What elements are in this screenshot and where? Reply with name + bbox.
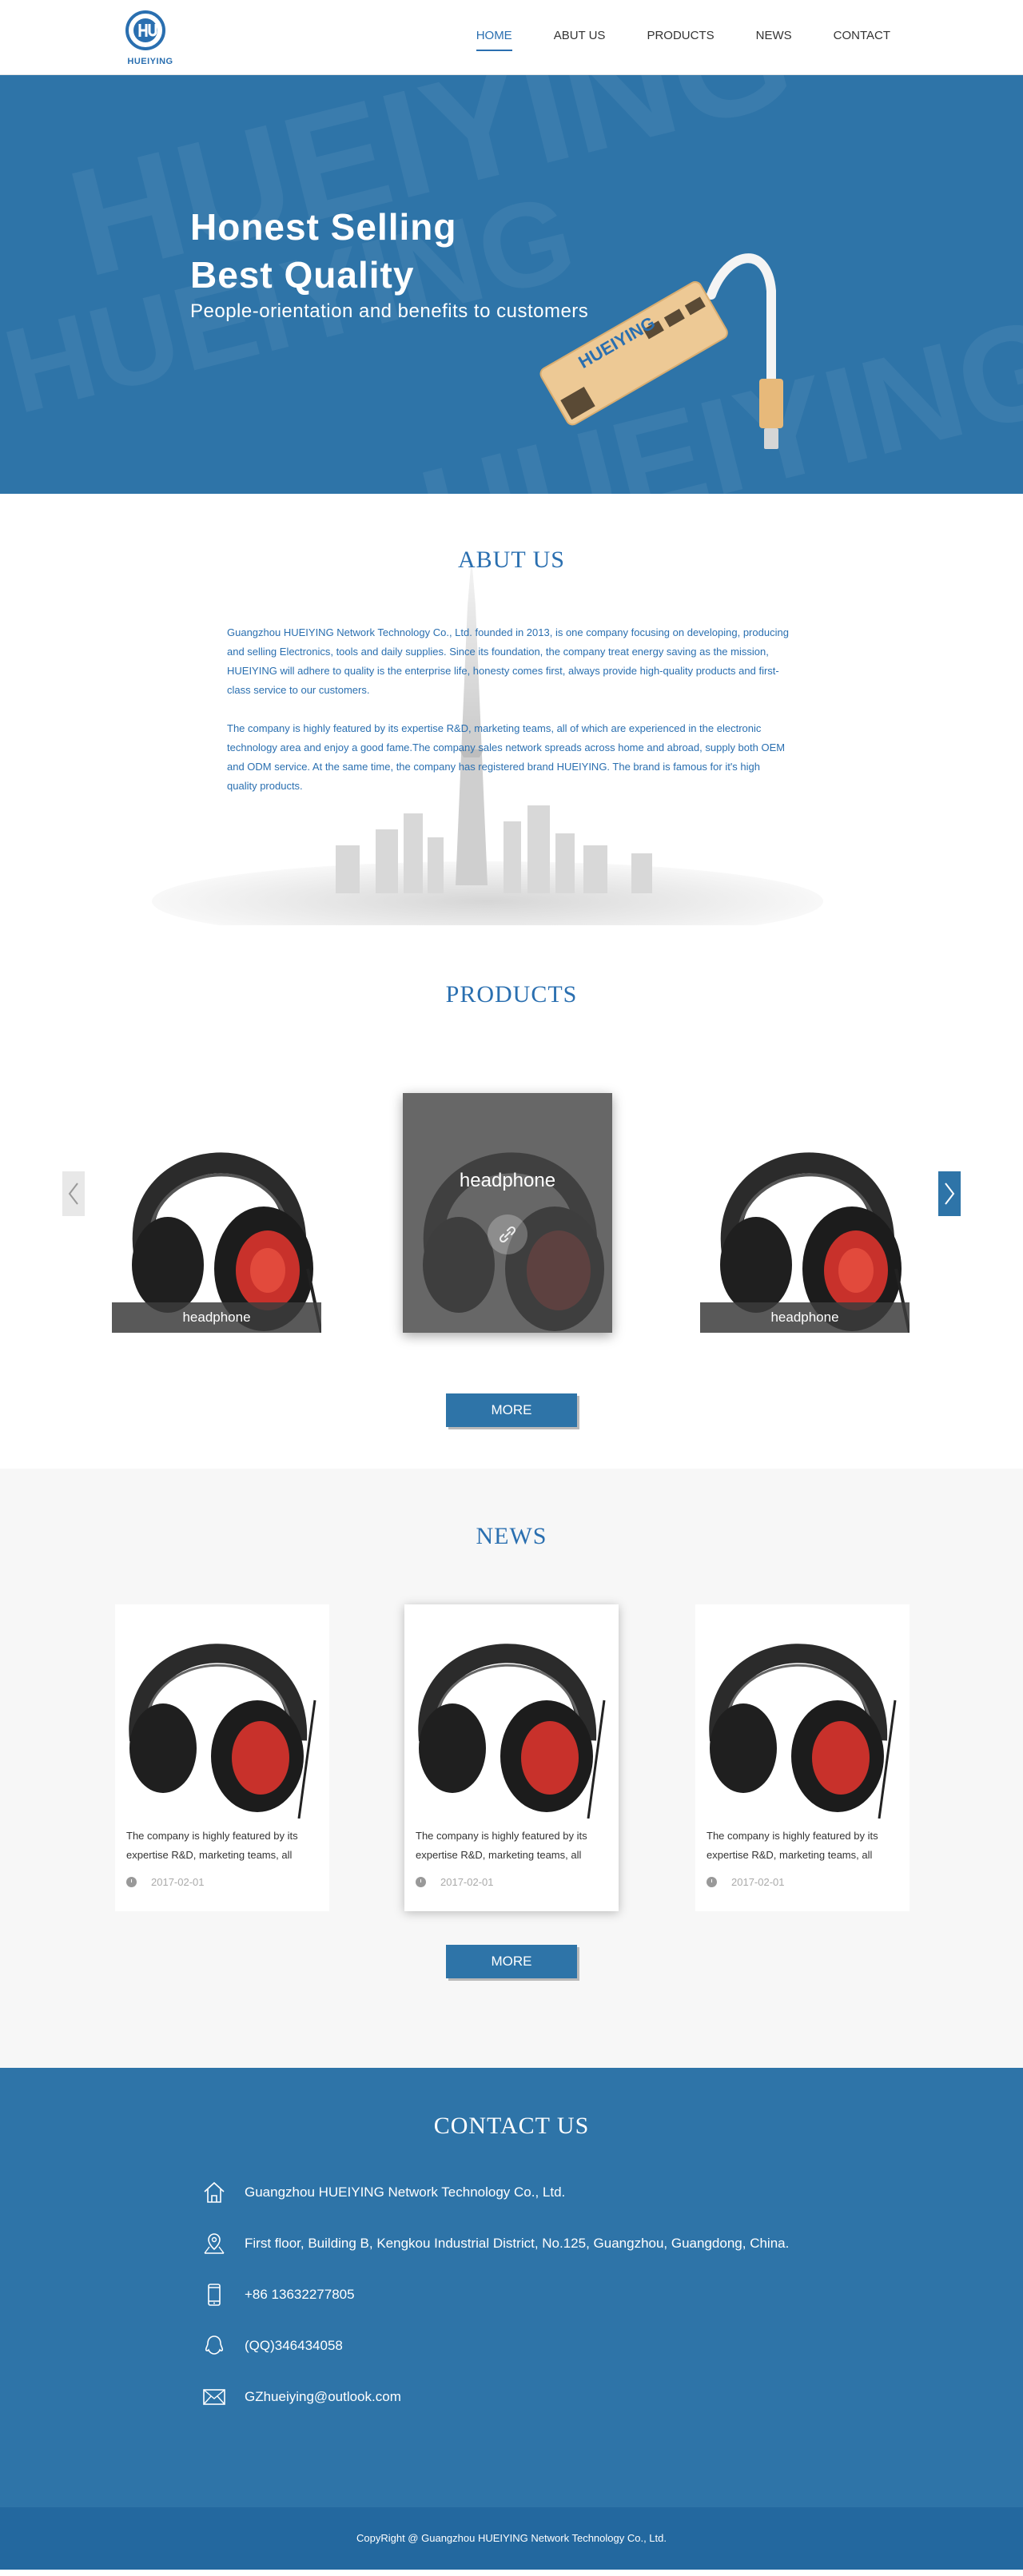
site-footer: CopyRight @ Guangzhou HUEIYING Network T… [0, 2507, 1023, 2570]
contact-qq: (QQ)346434058 [245, 2338, 343, 2353]
contact-phone-row: +86 13632277805 [201, 2282, 355, 2308]
contact-address-row: First floor, Building B, Kengkou Industr… [201, 2231, 789, 2256]
product-caption: headphone [112, 1302, 321, 1333]
qq-icon [201, 2333, 227, 2359]
product-card-hovered[interactable]: headphone [403, 1093, 612, 1333]
news-more-button[interactable]: MORE [446, 1945, 577, 1978]
contact-title: CONTACT US [433, 2113, 590, 2139]
news-date: 2017-02-01 [151, 1876, 205, 1888]
product-card[interactable]: headphone [700, 1093, 910, 1333]
news-date-row: 2017-02-01 [695, 1865, 910, 1888]
about-paragraph: The company is highly featured by its ex… [227, 722, 786, 792]
contact-email-row: GZhueiying@outlook.com [201, 2384, 401, 2410]
products-section: PRODUCTS headphone headphone headphone M… [0, 941, 1023, 1469]
main-nav: HOME ABUT US PRODUCTS NEWS CONTACT [456, 29, 911, 51]
chevron-left-icon [68, 1183, 78, 1205]
product-hover-title: headphone [459, 1170, 556, 1191]
contact-section: CONTACT US Guangzhou HUEIYING Network Te… [0, 2068, 1023, 2507]
carousel-prev-button[interactable] [62, 1171, 85, 1216]
products-more-button[interactable]: MORE [446, 1393, 577, 1427]
banner-title-line2: Best Quality [190, 254, 415, 296]
home-icon [201, 2180, 227, 2205]
usb-hub-image: HUEIYING [539, 253, 783, 449]
mail-icon [201, 2384, 227, 2410]
news-card-hovered[interactable]: The company is highly featured by its ex… [404, 1604, 619, 1911]
banner-title-line1: Honest Selling [190, 206, 457, 248]
location-icon [201, 2231, 227, 2256]
phone-icon [201, 2282, 227, 2308]
clock-icon [707, 1877, 717, 1887]
contact-email[interactable]: GZhueiying@outlook.com [245, 2389, 401, 2405]
contact-qq-row: (QQ)346434058 [201, 2333, 343, 2359]
copyright-text: CopyRight @ Guangzhou HUEIYING Network T… [356, 2532, 667, 2544]
banner-title: Honest Selling Best Quality [190, 203, 456, 299]
nav-home[interactable]: HOME [456, 29, 533, 51]
nav-contact[interactable]: CONTACT [813, 29, 911, 48]
hero-banner: HUEIYING HUEIYING HUEIYING Honest Sellin… [0, 75, 1023, 494]
clock-icon [416, 1877, 426, 1887]
news-excerpt: The company is highly featured by its ex… [126, 1830, 298, 1861]
clock-icon [126, 1877, 137, 1887]
logo[interactable]: HUEIYING [125, 10, 176, 67]
nav-about[interactable]: ABUT US [533, 29, 627, 48]
news-section: NEWS The company is highly featured by i… [0, 1469, 1023, 2068]
headphone-image [695, 1604, 910, 1819]
headphone-image [115, 1604, 329, 1819]
link-icon[interactable] [488, 1214, 527, 1254]
news-title: NEWS [476, 1523, 547, 1549]
logo-text: HUEIYING [127, 57, 173, 66]
headphone-image [700, 1093, 910, 1333]
news-date-row: 2017-02-01 [115, 1865, 329, 1888]
news-date-row: 2017-02-01 [404, 1865, 619, 1888]
product-hover-overlay [403, 1093, 612, 1333]
contact-company: Guangzhou HUEIYING Network Technology Co… [245, 2184, 566, 2200]
nav-products[interactable]: PRODUCTS [626, 29, 734, 48]
news-date: 2017-02-01 [440, 1876, 494, 1888]
product-caption: headphone [700, 1302, 910, 1333]
chevron-right-icon [945, 1183, 955, 1205]
headphone-image [112, 1093, 321, 1333]
contact-phone: +86 13632277805 [245, 2287, 355, 2302]
about-paragraph: Guangzhou HUEIYING Network Technology Co… [227, 626, 789, 696]
about-section: ABUT US Guangzhou HUEIYING Network Techn… [0, 494, 1023, 941]
news-card[interactable]: The company is highly featured by its ex… [695, 1604, 910, 1911]
news-card[interactable]: The company is highly featured by its ex… [115, 1604, 329, 1911]
headphone-image [404, 1604, 619, 1819]
about-text: Guangzhou HUEIYING Network Technology Co… [227, 623, 790, 815]
news-date: 2017-02-01 [731, 1876, 785, 1888]
news-excerpt: The company is highly featured by its ex… [707, 1830, 878, 1861]
site-header: HUEIYING HOME ABUT US PRODUCTS NEWS CONT… [0, 0, 1023, 75]
news-excerpt: The company is highly featured by its ex… [416, 1830, 587, 1861]
logo-icon [125, 10, 165, 50]
contact-company-row: Guangzhou HUEIYING Network Technology Co… [201, 2180, 565, 2205]
products-title: PRODUCTS [445, 981, 578, 1008]
about-title: ABUT US [458, 547, 565, 573]
nav-news[interactable]: NEWS [735, 29, 813, 48]
contact-address: First floor, Building B, Kengkou Industr… [245, 2236, 790, 2251]
product-card[interactable]: headphone [112, 1093, 321, 1333]
carousel-next-button[interactable] [938, 1171, 961, 1216]
